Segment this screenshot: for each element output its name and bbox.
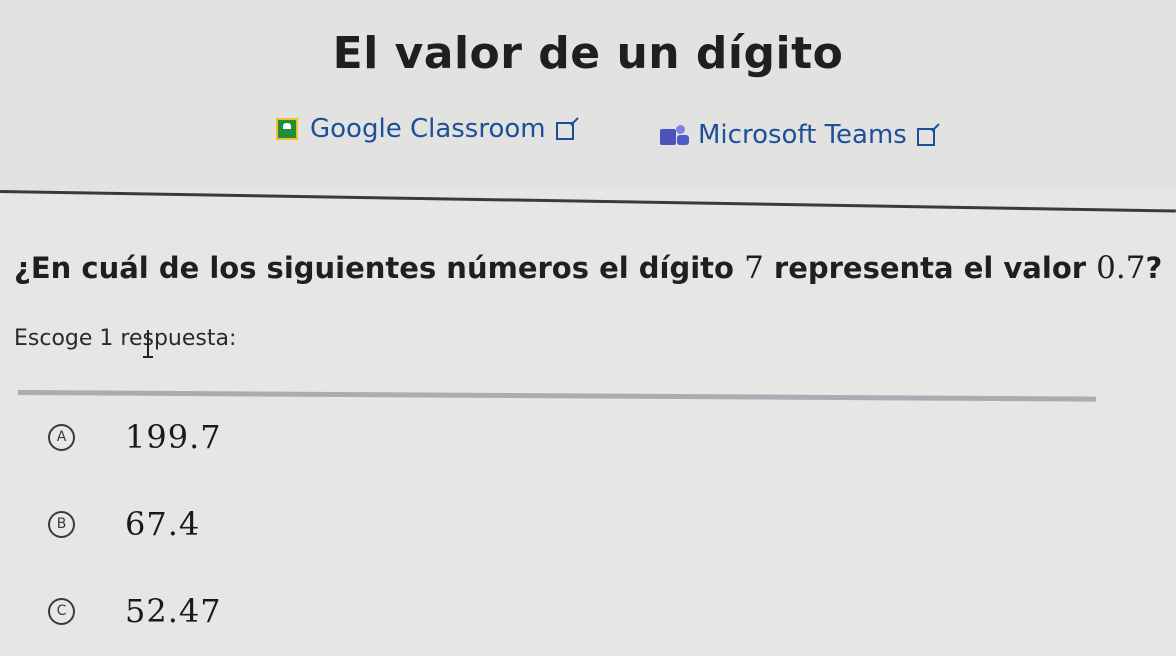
- share-links: Google Classroom Microsoft Teams: [0, 112, 1176, 152]
- google-classroom-label: Google Classroom: [310, 114, 546, 144]
- header-divider: [0, 190, 1176, 213]
- page-title: El valor de un dígito: [332, 28, 844, 79]
- google-classroom-link[interactable]: Google Classroom: [276, 114, 574, 144]
- question-part: ?: [1145, 251, 1163, 285]
- question-part: ¿En cuál de los siguientes números el dí…: [14, 251, 745, 285]
- choice-value: 52.47: [125, 592, 222, 630]
- choice-value: 67.4: [125, 505, 201, 543]
- answer-instruction: Escoge 1 respuesta:: [14, 326, 237, 351]
- external-link-icon: [916, 128, 935, 146]
- header: El valor de un dígito Google Classroom M…: [0, 0, 1176, 190]
- external-link-icon: [555, 122, 574, 140]
- question-value: 0.7: [1096, 250, 1146, 286]
- microsoft-teams-label: Microsoft Teams: [698, 120, 907, 150]
- microsoft-teams-link[interactable]: Microsoft Teams: [660, 120, 935, 150]
- choice-letter-badge: A: [48, 423, 75, 451]
- choice-b[interactable]: B 67.4: [48, 505, 200, 543]
- choice-value: 199.7: [125, 418, 222, 456]
- question-part: representa el valor: [763, 251, 1097, 285]
- question-text: ¿En cuál de los siguientes números el dí…: [14, 250, 1162, 286]
- google-classroom-icon: [276, 118, 298, 140]
- question-digit: 7: [744, 250, 764, 286]
- microsoft-teams-icon: [660, 125, 690, 145]
- choice-a[interactable]: A 199.7: [48, 418, 222, 456]
- choice-letter-badge: C: [48, 597, 75, 625]
- choice-letter-badge: B: [48, 510, 75, 538]
- choices-divider: [17, 390, 1096, 402]
- choice-c[interactable]: C 52.47: [48, 592, 222, 630]
- text-cursor-icon: [143, 328, 153, 360]
